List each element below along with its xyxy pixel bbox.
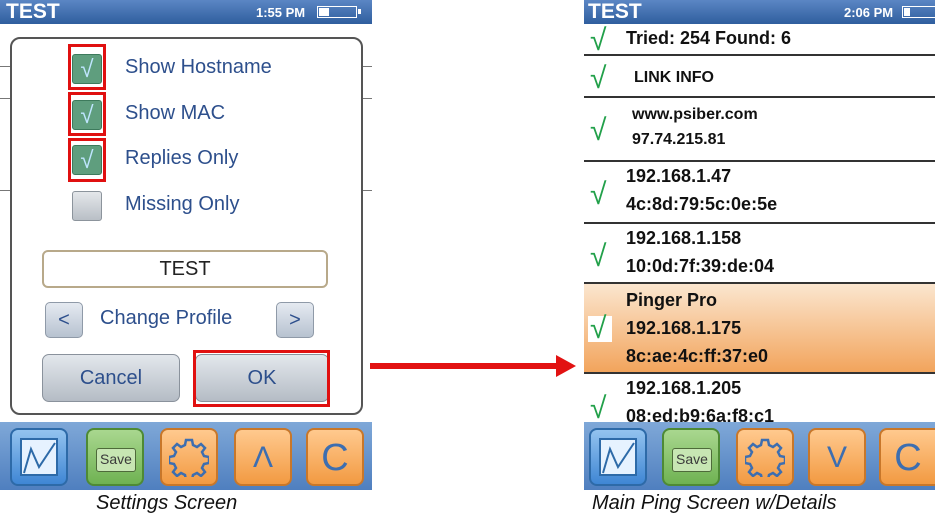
- graph-icon: [599, 438, 637, 476]
- highlight-frame: [68, 92, 106, 136]
- link-info-label: LINK INFO: [634, 69, 714, 86]
- arrow-right-icon: [556, 355, 576, 377]
- mac-address: 10:0d:7f:39:de:04: [626, 256, 775, 276]
- scroll-down-button[interactable]: V: [808, 428, 866, 486]
- mac-address: 8c:ae:4c:ff:37:e0: [626, 346, 769, 366]
- settings-caption: Settings Screen: [96, 492, 238, 514]
- settings-button[interactable]: [160, 428, 218, 486]
- ping-results-list[interactable]: √ Tried: 254 Found: 6 √ LINK INFO √ www.…: [584, 24, 935, 422]
- ip-address: 192.168.1.205: [626, 378, 742, 398]
- list-item-selected[interactable]: √ Pinger Pro 192.168.1.175 8c:ae:4c:ff:3…: [584, 284, 935, 374]
- refresh-icon: C: [894, 437, 922, 479]
- option-label: Show MAC: [125, 102, 226, 124]
- ip-address: 192.168.1.47: [626, 166, 732, 186]
- graph-button[interactable]: [589, 428, 647, 486]
- chevron-down-icon: V: [826, 441, 847, 474]
- divider: [363, 66, 372, 67]
- summary-text: Tried: 254 Found: 6: [626, 28, 792, 48]
- gear-icon: [745, 438, 785, 477]
- battery-icon: [317, 6, 361, 18]
- check-icon: √: [590, 240, 607, 273]
- list-item[interactable]: √ LINK INFO: [584, 56, 935, 98]
- check-icon: √: [590, 24, 607, 57]
- list-item[interactable]: √ 192.168.1.205 08:ed:b9:6a:f8:c1: [584, 374, 935, 422]
- scroll-up-button[interactable]: Λ: [234, 428, 292, 486]
- cancel-button[interactable]: Cancel: [42, 354, 180, 402]
- check-icon: √: [590, 312, 607, 345]
- chevron-up-icon: Λ: [252, 441, 274, 474]
- divider: [0, 190, 10, 191]
- ip-address: 97.74.215.81: [632, 131, 726, 148]
- status-bar: TEST 1:55 PM: [0, 0, 372, 24]
- refresh-button[interactable]: C: [306, 428, 364, 486]
- ip-address: 192.168.1.175: [626, 318, 742, 338]
- option-label: Replies Only: [125, 147, 239, 169]
- hostname: Pinger Pro: [626, 290, 718, 310]
- battery-icon: [902, 6, 935, 18]
- refresh-icon: C: [321, 437, 349, 479]
- settings-dialog: √ Show Hostname √ Show MAC √ Replies Onl…: [10, 37, 363, 415]
- mac-address: 08:ed:b9:6a:f8:c1: [626, 406, 775, 422]
- toolbar: Save Λ C: [0, 422, 372, 490]
- highlight-frame: [193, 350, 330, 407]
- option-label: Show Hostname: [125, 56, 272, 78]
- next-profile-button[interactable]: >: [276, 302, 314, 338]
- checkbox[interactable]: [72, 191, 102, 221]
- divider: [0, 66, 10, 67]
- mac-address: 4c:8d:79:5c:0e:5e: [626, 194, 778, 214]
- toolbar: Save V C: [584, 422, 935, 490]
- check-icon: √: [590, 62, 607, 95]
- status-bar: TEST 2:06 PM: [584, 0, 935, 24]
- check-icon: √: [590, 392, 607, 423]
- change-profile-label: Change Profile: [100, 307, 233, 329]
- divider: [363, 190, 372, 191]
- highlight-frame: [68, 44, 106, 90]
- app-title: TEST: [588, 0, 642, 23]
- profile-name-field[interactable]: TEST: [42, 250, 328, 288]
- clock: 1:55 PM: [256, 5, 306, 20]
- list-item[interactable]: √ 192.168.1.158 10:0d:7f:39:de:04: [584, 224, 935, 284]
- hostname: www.psiber.com: [632, 106, 758, 123]
- divider: [0, 98, 10, 99]
- highlight-frame: [68, 138, 106, 182]
- check-icon: √: [590, 178, 607, 211]
- app-title: TEST: [6, 0, 60, 23]
- option-label: Missing Only: [125, 193, 240, 215]
- refresh-button[interactable]: C: [879, 428, 935, 486]
- save-label: Save: [672, 448, 712, 472]
- main-caption: Main Ping Screen w/Details: [592, 492, 837, 514]
- save-label: Save: [96, 448, 136, 472]
- arrow-shaft: [370, 363, 560, 369]
- gear-icon: [169, 438, 209, 477]
- clock: 2:06 PM: [844, 5, 894, 20]
- divider: [363, 98, 372, 99]
- list-item[interactable]: √ 192.168.1.47 4c:8d:79:5c:0e:5e: [584, 162, 935, 224]
- list-item[interactable]: √ www.psiber.com 97.74.215.81: [584, 98, 935, 162]
- ip-address: 192.168.1.158: [626, 228, 742, 248]
- graph-icon: [20, 438, 58, 476]
- graph-button[interactable]: [10, 428, 68, 486]
- settings-button[interactable]: [736, 428, 794, 486]
- save-button[interactable]: Save: [86, 428, 144, 486]
- prev-profile-button[interactable]: <: [45, 302, 83, 338]
- save-button[interactable]: Save: [662, 428, 720, 486]
- check-icon: √: [590, 114, 607, 147]
- main-ping-screen: TEST 2:06 PM √ Tried: 254 Found: 6 √ LIN…: [584, 0, 935, 490]
- settings-screen: TEST 1:55 PM √ Show Hostname √ Show MAC …: [0, 0, 372, 490]
- list-item[interactable]: √ Tried: 254 Found: 6: [584, 24, 935, 56]
